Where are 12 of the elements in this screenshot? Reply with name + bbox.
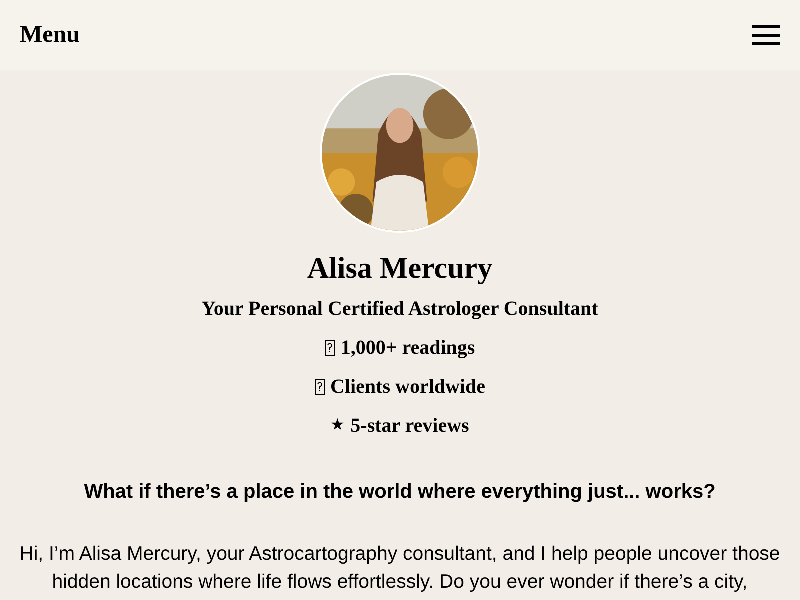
highlight-text: Clients worldwide bbox=[330, 374, 486, 400]
highlight-text: 5-star reviews bbox=[350, 414, 470, 438]
menu-icon[interactable] bbox=[752, 25, 780, 45]
star-glyph: ★ bbox=[330, 416, 345, 436]
highlight-text: 1,000+ readings bbox=[340, 336, 476, 360]
profile-name: Alisa Mercury bbox=[307, 251, 493, 287]
profile-subtitle: Your Personal Certified Astrologer Consultant bbox=[202, 297, 598, 322]
missing-glyph-icon bbox=[324, 340, 335, 356]
intro-question: What if there’s a place in the world where everything just... works? bbox=[84, 480, 716, 505]
menu-title[interactable]: Menu bbox=[20, 17, 80, 53]
intro-paragraph: Hi, I’m Alisa Mercury, your Astrocartography consultant, and I help people uncover those hidden locations where life flows effortlessly. Do you ever wonder if there’s a city, bbox=[18, 542, 782, 595]
missing-glyph-icon bbox=[314, 378, 324, 394]
